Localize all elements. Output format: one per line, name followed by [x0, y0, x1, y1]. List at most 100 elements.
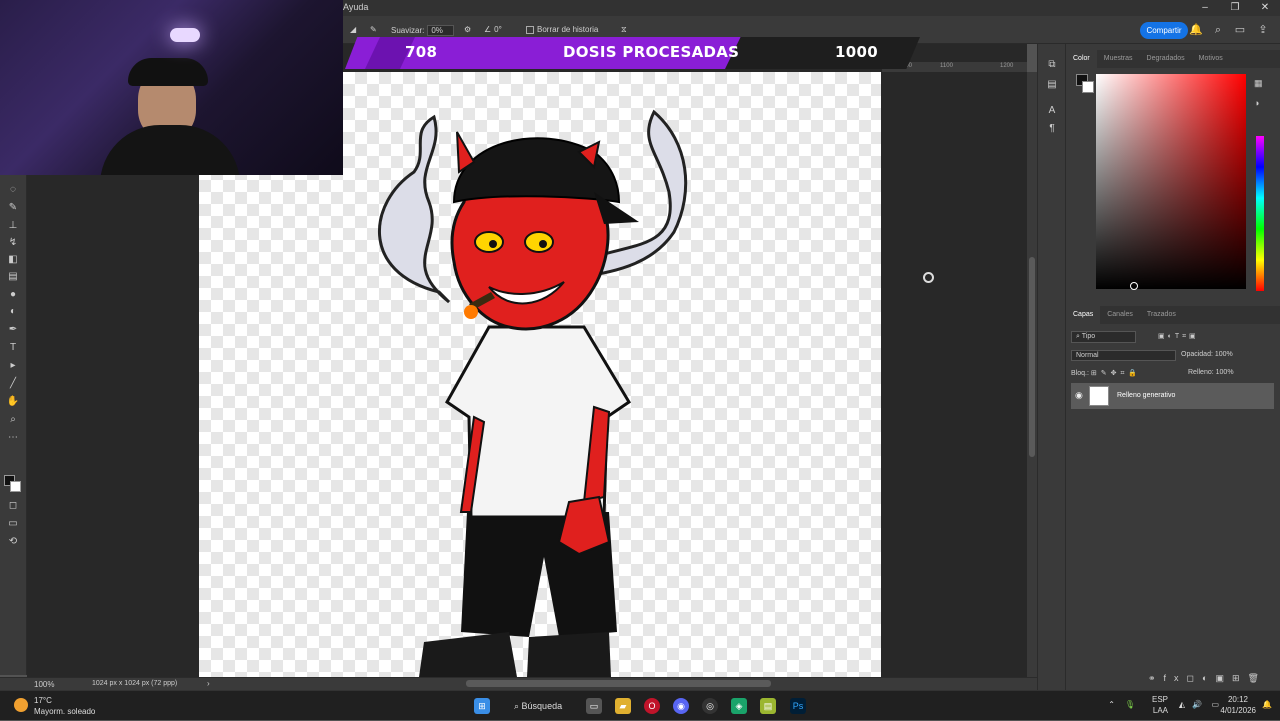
tab-patterns[interactable]: Motivos	[1192, 50, 1230, 68]
network-icon[interactable]: ◭	[1179, 700, 1185, 709]
notification-bell-icon[interactable]: 🔔	[1262, 700, 1272, 709]
dodge-tool-icon[interactable]: ◐	[6, 305, 20, 319]
obs-icon[interactable]: ◎	[702, 698, 718, 714]
menu-help[interactable]: Ayuda	[343, 2, 368, 12]
minimize-icon[interactable]: –	[1190, 0, 1220, 16]
eraser-tool-icon[interactable]: ◧	[6, 253, 20, 267]
zoom-tool-icon[interactable]: ⌕	[6, 413, 20, 427]
erase-history-option[interactable]: Borrar de historia	[526, 25, 598, 34]
zoom-level[interactable]: 100%	[34, 680, 54, 689]
tab-gradients[interactable]: Degradados	[1140, 50, 1192, 68]
history-panel-icon[interactable]: ⧉	[1045, 58, 1059, 72]
blur-tool-icon[interactable]: ●	[6, 288, 20, 302]
workspace-icon[interactable]: ▭	[1233, 23, 1247, 37]
eye-icon[interactable]: ◉	[1075, 390, 1083, 401]
color-panel-wheel-icon[interactable]: ◑	[1254, 98, 1259, 108]
fill-value[interactable]: 100%	[1216, 369, 1234, 376]
layer-filter-label: Tipo	[1081, 333, 1096, 340]
quick-mask-icon[interactable]: ◻	[6, 499, 20, 513]
photoshop-icon[interactable]: Ps	[790, 698, 806, 714]
webcam-feed	[0, 0, 343, 175]
lock-icons[interactable]: ⊞✎✥⌗🔒	[1091, 370, 1141, 377]
hand-tool-icon[interactable]: ✋	[6, 395, 20, 409]
tab-channels[interactable]: Canales	[1100, 306, 1140, 324]
vertical-scroll-thumb[interactable]	[1029, 257, 1035, 457]
pen-tool-icon[interactable]: ✒	[6, 323, 20, 337]
microphone-icon[interactable]: 🎙	[1125, 700, 1135, 709]
angle-icon: ∠	[484, 25, 492, 34]
smoothing-input[interactable]: 0%	[427, 25, 454, 36]
layer-filter-icons[interactable]: ▣◐T⌗▣	[1158, 332, 1199, 341]
battery-icon[interactable]: ▭	[1211, 700, 1219, 709]
status-arrow-icon[interactable]: ›	[207, 679, 210, 688]
clock-date[interactable]: 4/01/2026	[1220, 706, 1256, 715]
character-panel-icon[interactable]: A	[1045, 104, 1059, 118]
overlay-title: DOSIS PROCESADAS	[563, 43, 740, 61]
layer-row[interactable]: ◉ Relleno generativo	[1071, 383, 1274, 409]
color-picker-field[interactable]	[1096, 74, 1246, 290]
vertical-scrollbar[interactable]	[1027, 72, 1037, 677]
erase-history-checkbox[interactable]	[526, 25, 534, 34]
brush-tool-icon[interactable]: ✎	[6, 201, 20, 215]
erase-history-label: Borrar de historia	[537, 25, 599, 34]
task-view-icon[interactable]: ▭	[586, 698, 602, 714]
start-icon[interactable]: ⊞	[474, 698, 490, 714]
smoothing-control: Suavizar: 0%	[391, 25, 454, 36]
symmetry-icon[interactable]: ⧖	[621, 25, 627, 35]
layers-panel-tabs: Capas Canales Trazados	[1066, 306, 1280, 324]
stamp-tool-icon[interactable]: ⊥	[6, 219, 20, 233]
layer-name[interactable]: Relleno generativo	[1117, 392, 1175, 399]
line-tool-icon[interactable]: ╱	[6, 377, 20, 391]
path-select-icon[interactable]: ▸	[6, 359, 20, 373]
tray-overflow-icon[interactable]: ⌃	[1108, 700, 1115, 709]
opacity-row: Opacidad: 100%	[1181, 351, 1233, 358]
clock-time[interactable]: 20:12	[1228, 695, 1248, 704]
discord-icon[interactable]: ◉	[673, 698, 689, 714]
screen-mode-icon[interactable]: ▭	[6, 517, 20, 531]
blend-mode-select[interactable]: Normal	[1071, 350, 1176, 361]
file-explorer-icon[interactable]: ▰	[615, 698, 631, 714]
taskbar-search[interactable]: ⌕ Búsqueda	[504, 695, 579, 717]
share-icon[interactable]: ⇪	[1256, 23, 1270, 37]
notes-app-icon[interactable]: ▤	[760, 698, 776, 714]
search-icon[interactable]: ⌕	[1211, 23, 1225, 37]
weather-widget[interactable]: 17°C Mayorm. soleado	[14, 695, 95, 717]
color-picker-marker[interactable]	[1130, 282, 1138, 290]
close-icon[interactable]: ✕	[1250, 0, 1280, 16]
angle-control: ∠ 0°	[484, 25, 502, 34]
maximize-icon[interactable]: ❐	[1220, 0, 1250, 16]
type-tool-icon[interactable]: T	[6, 341, 20, 355]
background-color-swatch[interactable]	[10, 481, 21, 492]
paragraph-panel-icon[interactable]: ¶	[1045, 122, 1059, 136]
app-icon[interactable]: ◈	[731, 698, 747, 714]
share-button[interactable]: Compartir	[1140, 22, 1188, 39]
horizontal-scroll-thumb[interactable]	[466, 680, 771, 687]
brush-settings-icon[interactable]: ✎	[370, 25, 377, 34]
layers-footer-icons[interactable]: ⚭fx◻◐▣⊞🗑	[1148, 673, 1267, 684]
angle-value[interactable]: 0°	[494, 25, 502, 34]
opacity-value[interactable]: 100%	[1215, 351, 1233, 358]
background-swatch[interactable]	[1082, 81, 1094, 93]
color-panel-options-icon[interactable]: ▦	[1254, 78, 1263, 89]
window-controls: – ❐ ✕	[1190, 0, 1280, 16]
tab-paths[interactable]: Trazados	[1140, 306, 1183, 324]
gear-icon[interactable]: ⚙	[464, 25, 471, 34]
edit-toolbar-icon[interactable]: ⟲	[6, 535, 20, 549]
history-brush-icon[interactable]: ↯	[6, 236, 20, 250]
opera-icon[interactable]: O	[644, 698, 660, 714]
layer-filter-select[interactable]: ⌕ Tipo	[1071, 331, 1136, 343]
notifications-icon[interactable]: 🔔	[1189, 23, 1203, 37]
tab-color[interactable]: Color	[1066, 50, 1097, 68]
lasso-tool-icon[interactable]: ◌	[6, 183, 20, 197]
gradient-tool-icon[interactable]: ▤	[6, 270, 20, 284]
comments-panel-icon[interactable]: ▤	[1045, 78, 1059, 92]
hue-slider[interactable]	[1256, 136, 1264, 291]
volume-icon[interactable]: 🔊	[1192, 700, 1202, 709]
tool-preset-icon[interactable]: ◢	[350, 25, 356, 34]
smoothing-label: Suavizar:	[391, 26, 425, 35]
more-tools-icon[interactable]: ⋯	[6, 431, 20, 445]
tab-swatches[interactable]: Muestras	[1097, 50, 1140, 68]
language-indicator[interactable]: ESP	[1152, 695, 1168, 704]
processed-count: 708	[405, 43, 438, 61]
tab-layers[interactable]: Capas	[1066, 306, 1101, 324]
